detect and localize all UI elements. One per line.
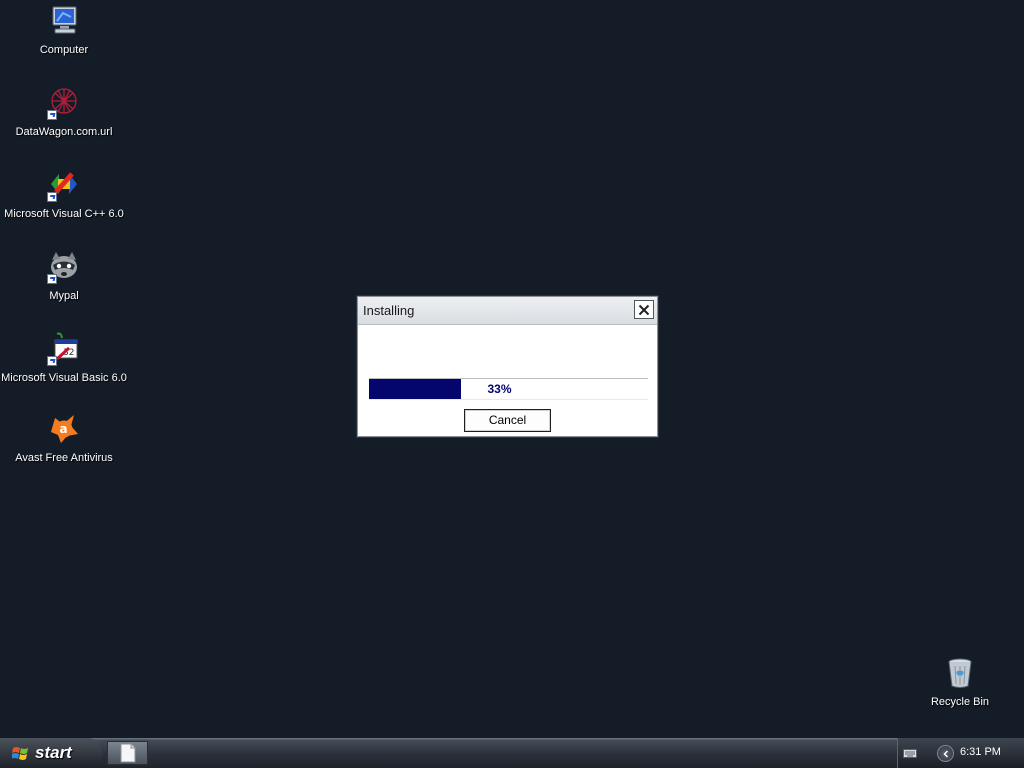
installing-dialog: Installing 33% Cancel (357, 296, 658, 437)
visual-basic-icon: 32 (47, 332, 81, 366)
desktop-icon-datawagon[interactable]: DataWagon.com.url (0, 86, 128, 138)
shortcut-arrow-icon (47, 192, 57, 202)
desktop-icon-visual-basic[interactable]: 32 Microsoft Visual Basic 6.0 (0, 332, 128, 384)
computer-icon (47, 4, 81, 38)
windows-flag-icon (12, 746, 28, 760)
desktop-icon-label: Avast Free Antivirus (15, 452, 113, 464)
desktop-icon-mypal[interactable]: Mypal (0, 250, 128, 302)
shortcut-arrow-icon (47, 110, 57, 120)
taskbar: start 6:31 PM (0, 738, 1024, 768)
desktop-icon-label: Recycle Bin (930, 696, 990, 708)
svg-text:a: a (60, 422, 68, 436)
desktop-icon-label: Microsoft Visual C++ 6.0 (4, 208, 124, 220)
desktop-icon-computer[interactable]: Computer (0, 4, 128, 56)
taskbar-task-button[interactable] (107, 741, 148, 765)
desktop-icon-visual-cpp[interactable]: Microsoft Visual C++ 6.0 (0, 168, 128, 220)
shortcut-arrow-icon (47, 356, 57, 366)
mypal-icon (47, 250, 81, 284)
clock[interactable]: 6:31 PM (960, 746, 1001, 758)
avast-icon: a (47, 412, 81, 446)
dialog-titlebar[interactable]: Installing (358, 297, 657, 325)
close-button[interactable] (634, 300, 654, 319)
shortcut-arrow-icon (47, 274, 57, 284)
desktop-icon-recycle-bin[interactable]: Recycle Bin (896, 656, 1024, 708)
datawagon-url-icon (47, 86, 81, 120)
dialog-title: Installing (363, 303, 415, 318)
desktop: Computer DataWagon.com.url Microsoft Vis… (0, 0, 1024, 738)
cancel-button[interactable]: Cancel (464, 409, 551, 432)
start-label: start (35, 743, 72, 762)
show-hidden-icons-button[interactable] (937, 745, 954, 762)
system-tray: 6:31 PM (897, 738, 1024, 768)
desktop-icon-label: DataWagon.com.url (15, 126, 113, 138)
desktop-icon-label: Computer (39, 44, 89, 56)
start-button[interactable]: start (0, 738, 102, 768)
visual-cpp-icon (47, 168, 81, 202)
close-icon (638, 304, 650, 315)
recycle-bin-icon (943, 656, 977, 690)
document-icon (120, 743, 135, 763)
desktop-icon-avast[interactable]: a Avast Free Antivirus (0, 412, 128, 464)
progress-percent: 33% (487, 382, 512, 396)
progress-track-shade (369, 399, 648, 400)
desktop-icon-label: Mypal (49, 290, 79, 302)
keyboard-icon[interactable] (903, 747, 917, 759)
chevron-left-icon (942, 749, 948, 758)
desktop-icon-label: Microsoft Visual Basic 6.0 (1, 372, 127, 384)
